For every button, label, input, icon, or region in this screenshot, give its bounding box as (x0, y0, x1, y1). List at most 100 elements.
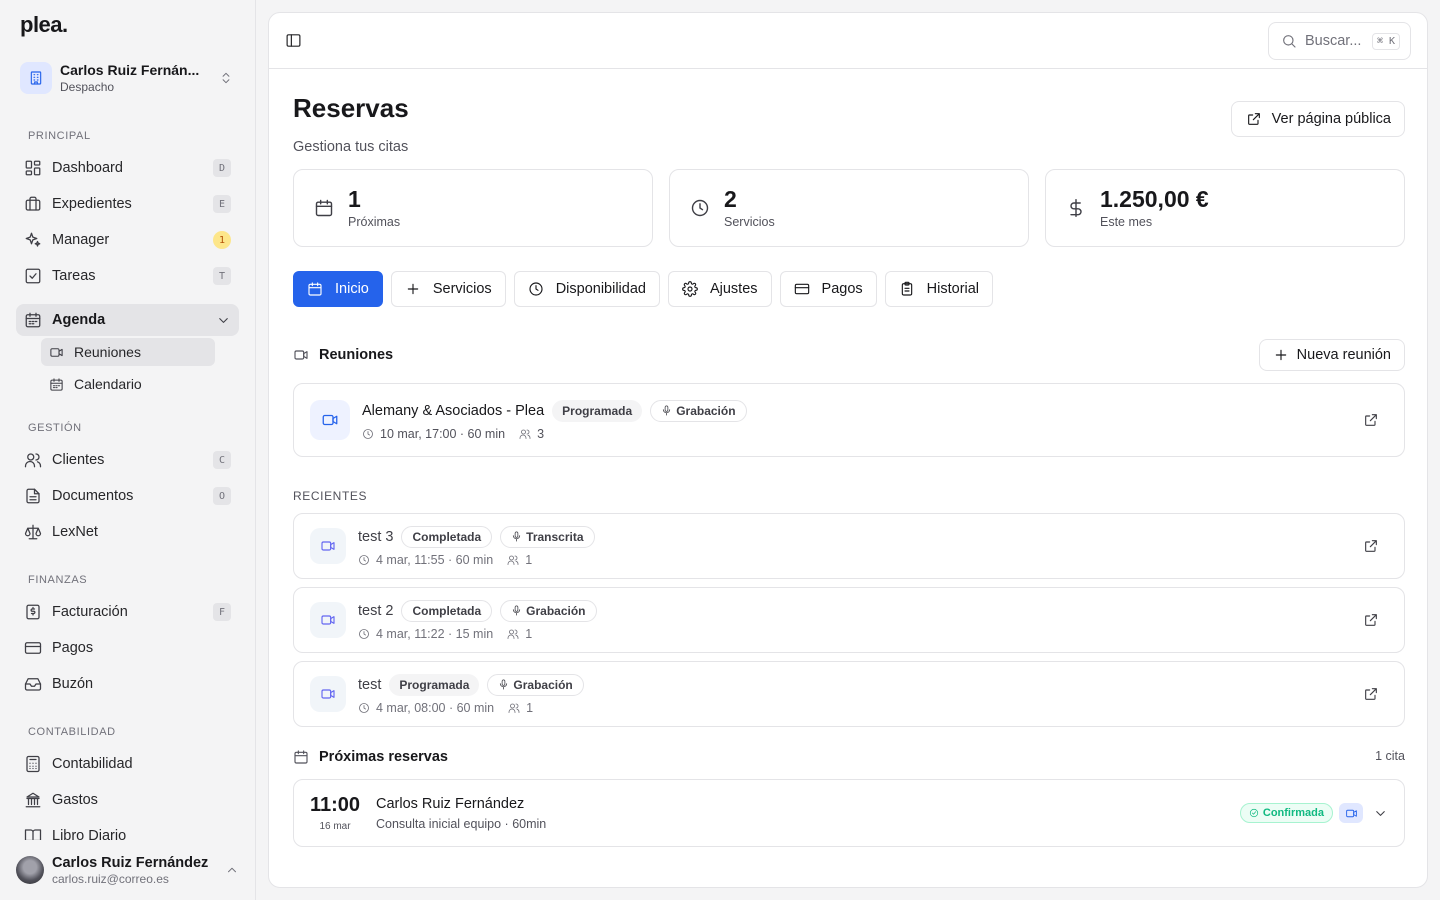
sidebar-item-reuniones[interactable]: Reuniones (41, 338, 215, 366)
section-label-principal: PRINCIPAL (28, 130, 91, 142)
sidebar-item-label: Dashboard (52, 160, 123, 176)
page-subtitle: Gestiona tus citas (293, 139, 409, 155)
button-label: Ver página pública (1271, 111, 1391, 127)
sidebar-item-clientes[interactable]: Clientes C (16, 444, 239, 476)
sidebar-toggle-icon[interactable] (285, 32, 302, 49)
stat-card-proximas: 1 Próximas (293, 169, 653, 247)
button-label: Nueva reunión (1296, 347, 1391, 363)
video-icon (310, 400, 350, 440)
tab-label: Pagos (821, 281, 863, 297)
clock-icon (691, 199, 709, 217)
tab-bar: Inicio Servicios Disponibilidad Ajustes … (293, 271, 994, 307)
meeting-card-recent[interactable]: test 2 Completada Grabación 4 mar, 11:22… (293, 587, 1405, 653)
sidebar-item-label: Buzón (52, 676, 94, 692)
mic-icon (513, 531, 521, 542)
sidebar-item-label: Expedientes (52, 196, 132, 212)
section-title: Reuniones (319, 347, 394, 363)
badge-label: Confirmada (1262, 807, 1324, 819)
chevron-down-icon (219, 317, 228, 323)
sidebar-item-facturacion[interactable]: Facturación F (16, 596, 239, 628)
sidebar-item-tareas[interactable]: Tareas T (16, 260, 239, 292)
user-menu[interactable]: Carlos Ruiz Fernández carlos.ruiz@correo… (0, 840, 255, 900)
sidebar-item-lexnet[interactable]: LexNet (16, 516, 239, 548)
section-label-finanzas: FINANZAS (28, 574, 88, 586)
bookings-heading: Próximas reservas (293, 749, 448, 765)
open-external-icon[interactable] (1363, 412, 1379, 428)
calendar-icon (308, 282, 322, 296)
sidebar-item-calendario[interactable]: Calendario (41, 370, 215, 398)
avatar (16, 856, 44, 884)
stat-label: Este mes (1100, 215, 1153, 230)
open-external-icon[interactable] (1363, 612, 1379, 628)
view-public-page-button[interactable]: Ver página pública (1230, 101, 1405, 137)
sidebar-item-expedientes[interactable]: Expedientes E (16, 188, 239, 220)
tab-servicios[interactable]: Servicios (390, 271, 506, 307)
video-icon (310, 676, 346, 712)
tab-pagos[interactable]: Pagos (779, 271, 877, 307)
section-label-gestion: GESTIÓN (28, 422, 82, 434)
sidebar-item-label: Calendario (74, 376, 142, 392)
app-logo[interactable]: plea. (20, 12, 68, 38)
open-external-icon[interactable] (1363, 538, 1379, 554)
sidebar-item-pagos[interactable]: Pagos (16, 632, 239, 664)
tab-ajustes[interactable]: Ajustes (667, 271, 772, 307)
chevron-down-icon[interactable] (1373, 806, 1388, 821)
new-meeting-button[interactable]: Nueva reunión (1258, 339, 1405, 371)
sidebar-item-contabilidad[interactable]: Contabilidad (16, 748, 239, 780)
user-email: carlos.ruiz@correo.es (52, 871, 169, 886)
meeting-attendees: 1 (525, 626, 533, 641)
dollar-icon (1070, 198, 1082, 218)
sidebar-item-documentos[interactable]: Documentos O (16, 480, 239, 512)
search-shortcut: ⌘ K (1371, 32, 1400, 50)
booking-row[interactable]: 11:00 16 mar Carlos Ruiz Fernández Consu… (293, 779, 1405, 847)
video-icon[interactable] (1339, 803, 1363, 823)
plus-icon (1275, 349, 1286, 361)
external-link-icon (1247, 113, 1260, 125)
meeting-card-upcoming[interactable]: Alemany & Asociados - Plea Programada Gr… (293, 383, 1405, 457)
tab-inicio[interactable]: Inicio (293, 271, 383, 307)
meeting-attendees: 3 (537, 426, 545, 441)
open-external-icon[interactable] (1363, 686, 1379, 702)
sidebar-item-agenda[interactable]: Agenda (16, 304, 239, 336)
clipboard-icon (901, 281, 912, 296)
bank-icon (25, 792, 41, 808)
briefcase-icon (25, 196, 41, 211)
user-name: Carlos Ruiz Fernández (52, 854, 209, 871)
transcript-badge: Transcrita (500, 525, 595, 548)
tab-label: Disponibilidad (555, 281, 646, 297)
meeting-when: 4 mar, 08:00 · 60 min (376, 700, 495, 715)
status-badge: Programada (552, 399, 643, 422)
booking-date: 16 mar (319, 820, 351, 832)
calendar-icon (25, 312, 41, 328)
bookings-count: 1 cita (1375, 749, 1405, 763)
badge-label: Grabación (676, 403, 736, 418)
recording-badge: Grabación (650, 399, 747, 422)
stat-value: 1.250,00 € (1100, 185, 1209, 212)
meeting-title: Alemany & Asociados - Plea (362, 402, 545, 419)
clock-icon (359, 554, 369, 565)
users-icon (508, 703, 520, 713)
recording-badge: Grabación (500, 599, 597, 622)
search-input[interactable]: Buscar... ⌘ K (1268, 22, 1411, 60)
badge-label: Grabación (513, 677, 573, 692)
shortcut-key: T (213, 267, 231, 285)
topbar: Buscar... ⌘ K (269, 13, 1427, 69)
sidebar-item-manager[interactable]: Manager 1 (16, 224, 239, 256)
meeting-card-recent[interactable]: test Programada Grabación 4 mar, 08:00 ·… (293, 661, 1405, 727)
meeting-card-recent[interactable]: test 3 Completada Transcrita 4 mar, 11:5… (293, 513, 1405, 579)
search-placeholder: Buscar... (1305, 33, 1362, 49)
calendar-icon (50, 377, 63, 391)
org-switcher[interactable]: Carlos Ruiz Fernán... Despacho (16, 56, 240, 100)
mic-icon (500, 679, 508, 690)
meetings-heading: Reuniones (293, 347, 393, 363)
stat-card-servicios: 2 Servicios (669, 169, 1029, 247)
status-badge: Completada (401, 525, 493, 548)
tab-historial[interactable]: Historial (884, 271, 994, 307)
sidebar-item-label: Tareas (52, 268, 96, 284)
layout-grid-icon (25, 160, 41, 176)
tab-disponibilidad[interactable]: Disponibilidad (513, 271, 660, 307)
sidebar-item-buzon[interactable]: Buzón (16, 668, 239, 700)
sidebar-item-gastos[interactable]: Gastos (16, 784, 239, 816)
sidebar-item-dashboard[interactable]: Dashboard D (16, 152, 239, 184)
users-icon (507, 555, 519, 565)
